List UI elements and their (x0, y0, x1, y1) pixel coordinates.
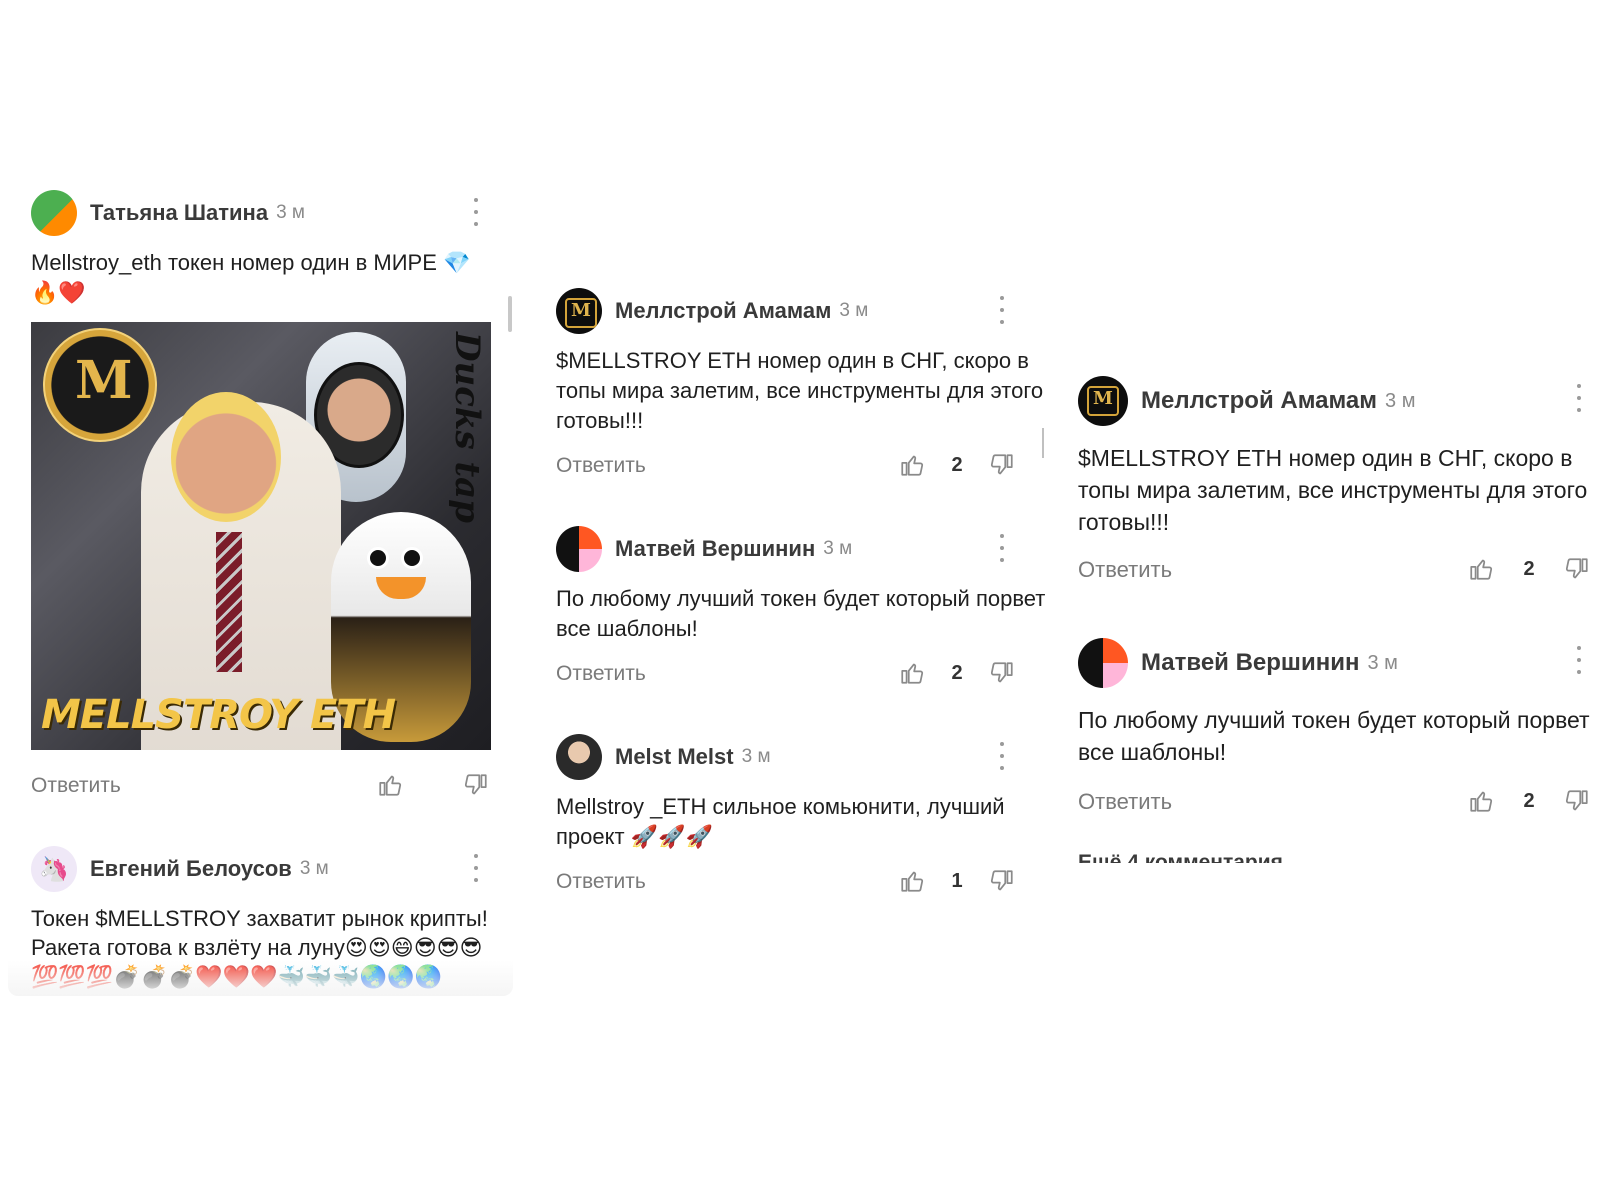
thumb-down-icon[interactable] (989, 868, 1015, 894)
thumb-down-icon[interactable] (463, 772, 489, 798)
comment-header: 🦄 Евгений Белоусов 3 м (31, 846, 501, 892)
comment-author[interactable]: Матвей Вершинин (1141, 649, 1359, 677)
like-count: 2 (951, 453, 963, 476)
comment-item: Меллстрой Амамам 3 м $MELLSTROY ETH номе… (1078, 376, 1590, 590)
avatar[interactable]: 🦄 (31, 846, 77, 892)
thumb-up-icon[interactable] (1468, 556, 1494, 582)
comment-item: Матвей Вершинин 3 м По любому лучший ток… (556, 526, 1051, 694)
comment-time: 3 м (1367, 651, 1398, 674)
comment-time: 3 м (299, 858, 329, 879)
more-comments-link[interactable]: Ещё 4 комментария (1078, 850, 1590, 863)
thumb-down-icon[interactable] (1564, 556, 1590, 582)
comment-text: Mellstroy _ETH сильное комьюнити, лучший… (556, 794, 1005, 849)
vote-controls: 1 (899, 868, 1015, 894)
reply-button[interactable]: Ответить (31, 774, 121, 798)
comment-header: Меллстрой Амамам 3 м (1078, 376, 1590, 426)
thumb-up-icon[interactable] (899, 868, 925, 894)
more-vertical-icon[interactable] (1576, 384, 1582, 412)
like-count: 1 (951, 869, 963, 892)
thumb-down-icon[interactable] (989, 660, 1015, 686)
reply-button[interactable]: Ответить (1078, 557, 1172, 583)
scrollbar[interactable] (508, 296, 512, 332)
more-vertical-icon[interactable] (999, 742, 1005, 770)
comment-time: 3 м (839, 300, 869, 321)
comment-column-2: Меллстрой Амамам 3 м $MELLSTROY ETH номе… (556, 288, 1051, 946)
vote-controls: 2 (899, 660, 1015, 686)
thumb-up-icon[interactable] (899, 660, 925, 686)
reply-button[interactable]: Ответить (556, 454, 646, 478)
comment-item: Меллстрой Амамам 3 м $MELLSTROY ETH номе… (556, 288, 1051, 486)
comment-image[interactable]: M MELLSTROY ETH Ducks tap (31, 322, 491, 750)
striped-tie (216, 532, 242, 672)
duck-eye (367, 547, 389, 569)
avatar[interactable] (556, 288, 602, 334)
avatar[interactable] (1078, 638, 1128, 688)
comment-header: Матвей Вершинин 3 м (556, 526, 1051, 572)
comment-column-3: Меллстрой Амамам 3 м $MELLSTROY ETH номе… (1078, 376, 1590, 863)
comment-author[interactable]: Меллстрой Амамам (615, 298, 831, 324)
comment-header: Татьяна Шатина 3 м (31, 190, 501, 236)
comment-text: $MELLSTROY ETH номер один в СНГ, скоро в… (556, 348, 1044, 433)
more-vertical-icon[interactable] (473, 198, 479, 226)
avatar[interactable] (31, 190, 77, 236)
thumb-up-icon[interactable] (899, 452, 925, 478)
comment-actions: Ответить 1 (556, 862, 1051, 902)
comment-header: Melst Melst 3 м (556, 734, 1051, 780)
comment-time: 3 м (823, 538, 853, 559)
vote-controls: 2 (1468, 556, 1590, 582)
comment-time: 3 м (276, 202, 305, 223)
comment-text: Mellstroy_eth токен номер один в МИРЕ 💎 … (31, 250, 471, 305)
reply-button[interactable]: Ответить (1078, 789, 1172, 815)
comment-item: Татьяна Шатина 3 м Mellstroy_eth токен н… (31, 190, 501, 806)
image-brand-text: MELLSTROY ETH (41, 692, 396, 738)
comment-actions: Ответить 2 (556, 654, 1051, 694)
thumb-down-icon[interactable] (989, 452, 1015, 478)
reply-button[interactable]: Ответить (556, 662, 646, 686)
more-vertical-icon[interactable] (1576, 646, 1582, 674)
list-fade (8, 960, 513, 996)
avatar[interactable] (556, 734, 602, 780)
comment-actions: Ответить 2 (1078, 782, 1590, 822)
comment-item: Melst Melst 3 м Mellstroy _ETH сильное к… (556, 734, 1051, 902)
more-vertical-icon[interactable] (999, 534, 1005, 562)
avatar[interactable] (1078, 376, 1128, 426)
man-head (171, 392, 281, 522)
comment-author[interactable]: Меллстрой Амамам (1141, 387, 1377, 415)
vote-controls: 2 (1468, 788, 1590, 814)
comment-text: $MELLSTROY ETH номер один в СНГ, скоро в… (1078, 445, 1588, 535)
more-vertical-icon[interactable] (999, 296, 1005, 324)
thumb-up-icon[interactable] (377, 772, 403, 798)
like-count: 2 (951, 661, 963, 684)
like-count: 2 (1523, 557, 1535, 580)
duck-eye (401, 547, 423, 569)
comment-text: По любому лучший токен будет который пор… (556, 586, 1046, 641)
reply-button[interactable]: Ответить (556, 870, 646, 894)
comment-header: Меллстрой Амамам 3 м (556, 288, 1051, 334)
comment-time: 3 м (741, 746, 771, 767)
more-vertical-icon[interactable] (473, 854, 479, 882)
comment-item: Матвей Вершинин 3 м По любому лучший ток… (1078, 638, 1590, 822)
comment-actions: Ответить (31, 766, 501, 806)
comment-author[interactable]: Татьяна Шатина (90, 200, 268, 226)
comment-author[interactable]: Матвей Вершинин (615, 536, 815, 562)
image-side-text: Ducks tap (447, 332, 487, 523)
comment-text: По любому лучший токен будет который пор… (1078, 707, 1590, 765)
avatar[interactable] (556, 526, 602, 572)
comment-author[interactable]: Евгений Белоусов (90, 856, 292, 882)
comment-column-1: Татьяна Шатина 3 м Mellstroy_eth токен н… (31, 190, 501, 1035)
comment-author[interactable]: Melst Melst (615, 744, 734, 770)
comment-actions: Ответить 2 (1078, 550, 1590, 590)
like-count: 2 (1523, 789, 1535, 812)
coin-letter: M (75, 350, 133, 411)
vote-controls (377, 772, 489, 798)
comment-actions: Ответить 2 (556, 446, 1051, 486)
vote-controls: 2 (899, 452, 1015, 478)
thumb-down-icon[interactable] (1564, 788, 1590, 814)
comment-time: 3 м (1385, 389, 1416, 412)
comment-header: Матвей Вершинин 3 м (1078, 638, 1590, 688)
thumb-up-icon[interactable] (1468, 788, 1494, 814)
